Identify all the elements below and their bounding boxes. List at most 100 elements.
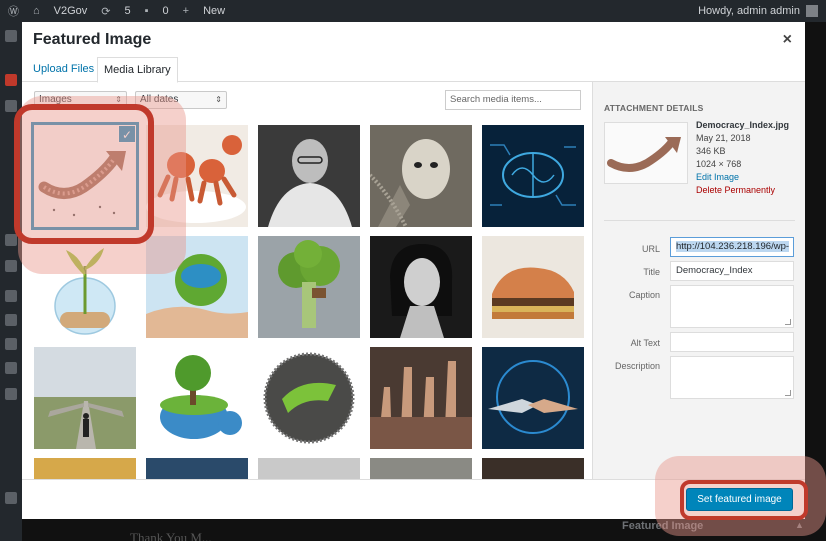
updates-icon: ⟳	[101, 5, 111, 18]
post-content-fragment: Thank You M...	[130, 530, 212, 541]
attachment-filename: Democracy_Index.jpg	[696, 120, 790, 130]
attachment-filesize: 346 KB	[696, 146, 726, 156]
media-type-filter[interactable]: Images ⇕	[34, 91, 127, 109]
media-item[interactable]	[370, 458, 472, 479]
attachment-details-panel: ATTACHMENT DETAILS Democracy_Index.jpg M…	[592, 82, 805, 479]
set-featured-image-button[interactable]: Set featured image	[686, 488, 793, 511]
wordpress-logo-icon[interactable]: Ⓦ	[8, 3, 19, 19]
attachment-details-heading: ATTACHMENT DETAILS	[604, 103, 704, 113]
admin-sidebar	[0, 22, 22, 541]
admin-bar: Ⓦ ⌂ V2Gov ⟳ 5 ▪ 0 + New Howdy, admin adm…	[0, 0, 826, 22]
media-item[interactable]	[482, 458, 584, 479]
attachment-dimensions: 1024 × 768	[696, 159, 742, 169]
media-item[interactable]	[370, 125, 472, 227]
media-item[interactable]	[370, 347, 472, 449]
new-link[interactable]: New	[203, 5, 225, 17]
caption-label: Caption	[628, 290, 660, 300]
comments-icon: ▪	[144, 5, 149, 17]
media-item[interactable]	[34, 458, 136, 479]
broccoli-treehouse-image	[258, 236, 360, 338]
hedy-lamarr-portrait-image	[370, 236, 472, 338]
description-label: Description	[614, 361, 660, 371]
circuit-brain-image	[482, 125, 584, 227]
media-item[interactable]	[482, 347, 584, 449]
featured-image-panel-title[interactable]: Featured Image	[622, 520, 703, 532]
media-item[interactable]	[146, 125, 248, 227]
tab-upload-files[interactable]: Upload Files	[27, 57, 100, 83]
media-item[interactable]	[146, 347, 248, 449]
attachment-preview	[604, 122, 688, 184]
appearance-icon[interactable]	[5, 234, 17, 246]
url-value: http://104.236.218.196/wp-	[676, 241, 790, 252]
home-icon: ⌂	[33, 5, 40, 17]
media-item[interactable]	[258, 458, 360, 479]
description-field[interactable]	[670, 356, 794, 399]
panel-toggle-icon[interactable]: ▲	[795, 520, 804, 530]
alt-text-label: Alt Text	[630, 338, 660, 348]
alt-text-field[interactable]	[670, 332, 794, 352]
man-crossroads-image	[34, 347, 136, 449]
media-item[interactable]: ✓	[31, 122, 139, 230]
chevron-updown-icon: ⇕	[215, 95, 222, 104]
mail-icon[interactable]	[5, 260, 17, 272]
media-item[interactable]	[34, 347, 136, 449]
modal-title: Featured Image	[33, 31, 152, 48]
digital-face-image	[370, 125, 472, 227]
delete-permanently-link[interactable]: Delete Permanently	[696, 184, 789, 197]
gandhi-portrait-image	[258, 125, 360, 227]
tab-media-library[interactable]: Media Library	[97, 57, 178, 83]
chevron-updown-icon: ⇕	[115, 95, 122, 104]
media-item[interactable]	[482, 236, 584, 338]
media-icon[interactable]	[5, 100, 17, 112]
plugins-icon[interactable]	[5, 290, 17, 302]
site-name-link[interactable]: V2Gov	[54, 5, 88, 17]
account-menu[interactable]: Howdy, admin admin	[698, 5, 818, 17]
media-item[interactable]	[482, 125, 584, 227]
robot-handshake-image	[482, 347, 584, 449]
media-type-value: Images	[39, 94, 72, 105]
media-item[interactable]	[370, 236, 472, 338]
edit-image-link[interactable]: Edit Image	[696, 171, 789, 184]
attachment-date: May 21, 2018	[696, 133, 751, 143]
updates-count[interactable]: 5	[125, 5, 131, 17]
tree-planet-image	[146, 347, 248, 449]
users-icon[interactable]	[5, 338, 17, 350]
posts-icon[interactable]	[5, 74, 17, 86]
wrench-icon[interactable]	[5, 362, 17, 374]
date-filter[interactable]: All dates ⇕	[135, 91, 227, 109]
sneaker-sandwich-image	[482, 236, 584, 338]
date-filter-value: All dates	[140, 94, 179, 105]
title-field[interactable]: Democracy_Index	[670, 261, 794, 281]
dashboard-icon[interactable]	[5, 30, 17, 42]
plus-icon: +	[182, 5, 190, 17]
raised-hands-image	[370, 347, 472, 449]
attachment-info: Democracy_Index.jpg May 21, 2018 346 KB …	[696, 119, 789, 197]
comments-count[interactable]: 0	[163, 5, 169, 17]
media-grid: ✓	[22, 117, 592, 479]
collapse-icon[interactable]	[5, 492, 17, 504]
sausage-octopus-image	[146, 125, 248, 227]
settings-icon[interactable]	[5, 388, 17, 400]
avatar[interactable]	[806, 5, 818, 17]
howdy-text[interactable]: Howdy, admin admin	[698, 5, 800, 17]
media-item[interactable]	[258, 236, 360, 338]
plant-fishbowl-image	[34, 236, 136, 338]
media-item[interactable]	[258, 347, 360, 449]
media-modal: Featured Image × Upload Files Media Libr…	[22, 22, 805, 519]
close-icon[interactable]: ×	[783, 31, 792, 49]
url-field[interactable]: http://104.236.218.196/wp-	[670, 237, 794, 257]
caption-field[interactable]	[670, 285, 794, 328]
modal-tabs: Upload Files Media Library	[22, 56, 805, 83]
media-item[interactable]	[34, 236, 136, 338]
divider	[604, 220, 795, 221]
hand-globe-image	[146, 236, 248, 338]
search-input[interactable]: Search media items...	[445, 90, 581, 110]
selected-check-icon[interactable]: ✓	[118, 125, 136, 143]
title-label: Title	[643, 267, 660, 277]
url-label: URL	[641, 244, 660, 254]
tools-icon[interactable]	[5, 314, 17, 326]
media-item[interactable]	[258, 125, 360, 227]
media-item[interactable]	[146, 458, 248, 479]
media-item[interactable]	[146, 236, 248, 338]
crowd-arrow-preview-image	[605, 123, 687, 183]
